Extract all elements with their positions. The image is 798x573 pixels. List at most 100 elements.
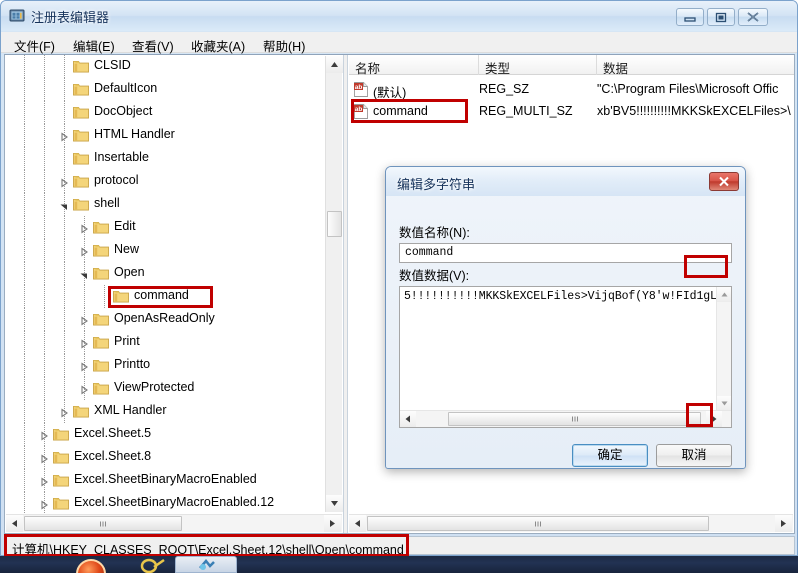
tree-guide-line	[24, 400, 25, 423]
tree-item-command[interactable]: command	[5, 285, 325, 308]
scroll-right-icon[interactable]	[706, 411, 722, 427]
tree-item-printto[interactable]: Printto	[5, 354, 325, 377]
menu-edit[interactable]: 编辑(E)	[70, 35, 118, 56]
taskbar-window-icon	[199, 559, 215, 570]
scroll-down-icon[interactable]	[326, 495, 343, 512]
close-button[interactable]	[738, 8, 768, 26]
column-header-name[interactable]: 名称	[349, 55, 479, 76]
chevron-down-icon[interactable]	[79, 269, 89, 279]
tree-item-print[interactable]: Print	[5, 331, 325, 354]
chevron-right-icon[interactable]	[39, 430, 49, 441]
tree-guide-line	[24, 423, 25, 446]
folder-icon	[73, 404, 89, 419]
tree-item-open[interactable]: Open	[5, 262, 325, 285]
value-data-textarea[interactable]: 5!!!!!!!!!!MKKSkEXCELFiles>VijqBof(Y8'w!…	[399, 286, 732, 428]
tree-guide-line	[44, 147, 45, 170]
tree-guide-line	[64, 377, 65, 400]
value-name-input[interactable]: command	[399, 243, 732, 263]
chevron-right-icon[interactable]	[79, 338, 89, 349]
tree-item-defaulticon[interactable]: DefaultIcon	[5, 78, 325, 101]
column-header-type[interactable]: 类型	[479, 55, 597, 76]
tree-guide-line	[24, 101, 25, 124]
scroll-up-icon[interactable]	[717, 287, 731, 302]
list-hscroll-thumb[interactable]	[367, 516, 709, 531]
folder-icon	[73, 174, 89, 189]
textarea-horizontal-scrollbar[interactable]	[400, 410, 731, 427]
tree-item-xml-handler[interactable]: XML Handler	[5, 400, 325, 423]
menu-help[interactable]: 帮助(H)	[260, 35, 308, 56]
menu-favorites[interactable]: 收藏夹(A)	[188, 35, 248, 56]
tree-item-shell[interactable]: shell	[5, 193, 325, 216]
folder-icon	[113, 289, 129, 304]
tree-guide-line	[44, 239, 45, 262]
tree-item-html-handler[interactable]: HTML Handler	[5, 124, 325, 147]
minimize-button[interactable]	[676, 8, 704, 26]
cancel-button[interactable]: 取消	[656, 444, 732, 467]
column-header-data[interactable]: 数据	[597, 55, 794, 76]
tree-item-edit[interactable]: Edit	[5, 216, 325, 239]
tree-item-excel-sheetbinarymacroenabled-12[interactable]: Excel.SheetBinaryMacroEnabled.12	[5, 492, 325, 513]
textarea-hscroll-thumb[interactable]	[448, 412, 701, 426]
scroll-right-icon[interactable]	[775, 515, 792, 532]
list-horizontal-scrollbar[interactable]	[349, 514, 793, 532]
menu-file[interactable]: 文件(F)	[11, 35, 58, 56]
chevron-right-icon[interactable]	[79, 223, 89, 234]
tree-item-openasreadonly[interactable]: OpenAsReadOnly	[5, 308, 325, 331]
scroll-left-icon[interactable]	[400, 411, 416, 427]
chevron-right-icon[interactable]	[39, 499, 49, 510]
tree-item-label: Excel.Sheet.5	[74, 426, 152, 440]
chevron-right-icon[interactable]	[79, 246, 89, 257]
value-name-label: 数值名称(N):	[399, 226, 470, 240]
table-row[interactable]: ab (默认) REG_SZ "C:\Program Files\Microsoft …	[349, 79, 794, 100]
tree-item-protocol[interactable]: protocol	[5, 170, 325, 193]
chevron-right-icon[interactable]	[59, 131, 69, 142]
table-row[interactable]: ab command REG_MULTI_SZ xb'BV5!!!!!!!!!!MKK…	[349, 101, 794, 122]
tree-vertical-scrollbar[interactable]	[325, 56, 343, 512]
dialog-close-button[interactable]	[709, 172, 739, 191]
tree-guide-line	[64, 55, 65, 78]
folder-icon	[53, 473, 69, 488]
folder-icon	[93, 381, 109, 396]
tree-guide-line	[64, 354, 65, 377]
tree-guide-line	[24, 124, 25, 147]
chevron-down-icon[interactable]	[59, 200, 69, 210]
tree-guide-line	[44, 400, 45, 423]
tree-item-viewprotected[interactable]: ViewProtected	[5, 377, 325, 400]
pane-splitter[interactable]	[343, 55, 348, 533]
chevron-right-icon[interactable]	[59, 177, 69, 188]
tree-scroll-viewport: CLSID DefaultIcon DocObject HTML Handler Ins…	[5, 55, 325, 513]
tree-guide-line	[64, 78, 65, 101]
tree-guide-line	[64, 285, 65, 308]
tree-item-excel-sheetbinarymacroenabled[interactable]: Excel.SheetBinaryMacroEnabled	[5, 469, 325, 492]
chevron-right-icon[interactable]	[39, 453, 49, 464]
textarea-vertical-scrollbar[interactable]	[716, 287, 731, 411]
scroll-left-icon[interactable]	[6, 515, 23, 532]
restore-button[interactable]	[707, 8, 735, 26]
tree-item-insertable[interactable]: Insertable	[5, 147, 325, 170]
registry-tree-pane[interactable]: CLSID DefaultIcon DocObject HTML Handler Ins…	[5, 55, 343, 533]
tree-item-label: ViewProtected	[114, 380, 195, 394]
chevron-right-icon[interactable]	[79, 384, 89, 395]
tree-item-clsid[interactable]: CLSID	[5, 55, 325, 78]
ok-button[interactable]: 确定	[572, 444, 648, 467]
chevron-right-icon[interactable]	[79, 361, 89, 372]
chevron-right-icon[interactable]	[59, 407, 69, 418]
scroll-right-icon[interactable]	[324, 515, 341, 532]
taskbar-active-window-button[interactable]	[175, 556, 237, 573]
scroll-up-icon[interactable]	[326, 56, 343, 73]
tree-item-excel-sheet-5[interactable]: Excel.Sheet.5	[5, 423, 325, 446]
taskbar-icon-media[interactable]	[140, 558, 166, 573]
tree-item-excel-sheet-8[interactable]: Excel.Sheet.8	[5, 446, 325, 469]
tree-hscroll-thumb[interactable]	[24, 516, 182, 531]
chevron-right-icon[interactable]	[39, 476, 49, 487]
tree-guide-line	[44, 216, 45, 239]
scroll-down-icon[interactable]	[717, 396, 731, 411]
start-button[interactable]	[76, 559, 106, 573]
chevron-right-icon[interactable]	[79, 315, 89, 326]
tree-scroll-thumb[interactable]	[327, 211, 342, 237]
tree-item-new[interactable]: New	[5, 239, 325, 262]
scroll-left-icon[interactable]	[349, 515, 366, 532]
tree-horizontal-scrollbar[interactable]	[6, 514, 342, 532]
menu-view[interactable]: 查看(V)	[129, 35, 177, 56]
tree-item-docobject[interactable]: DocObject	[5, 101, 325, 124]
